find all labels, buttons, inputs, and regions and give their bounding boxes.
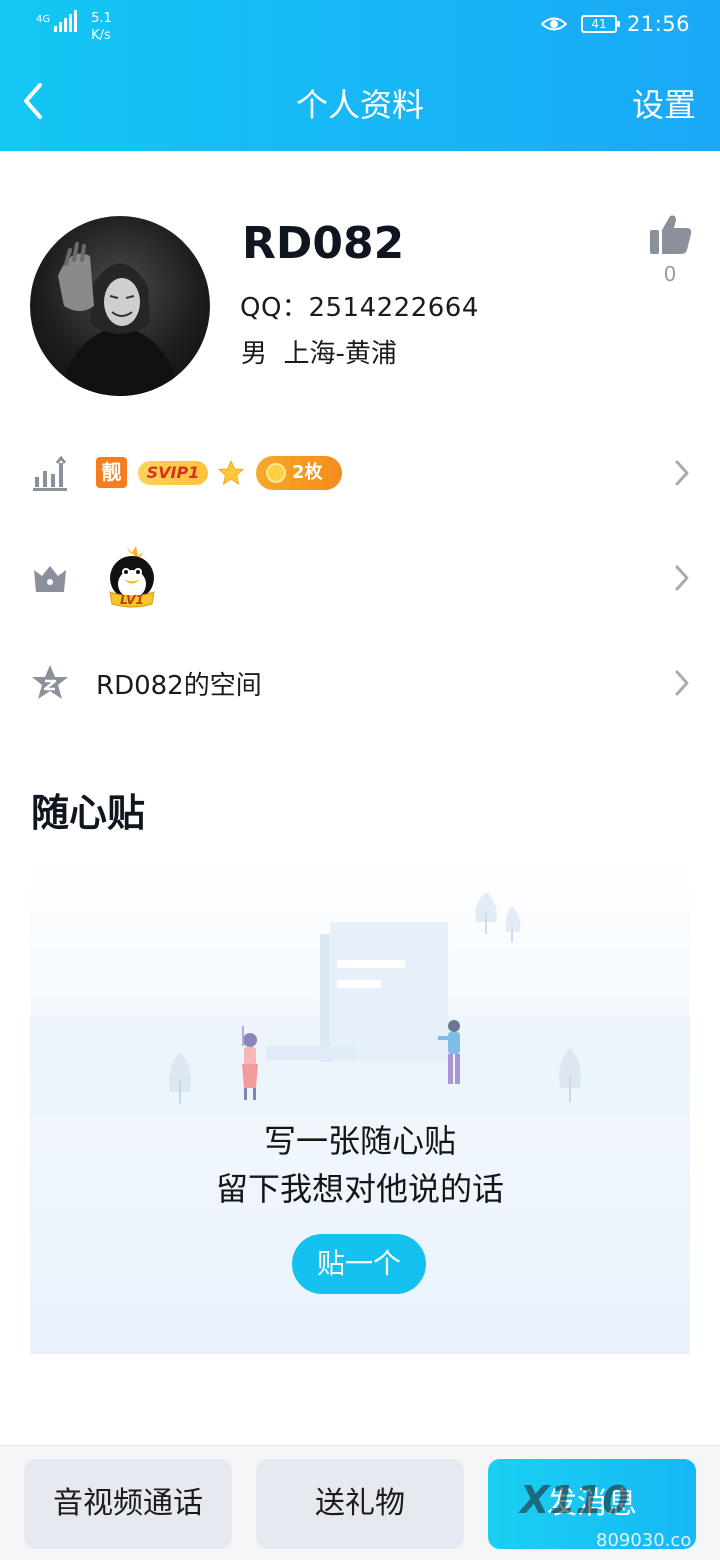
like-count: 0 — [663, 262, 677, 286]
gender-location-line: 男 上海-黄浦 — [241, 333, 397, 370]
qq-level-badge-icon: LV1 — [104, 544, 160, 608]
coin-badge: 2枚 — [256, 456, 342, 490]
level-chart-icon — [30, 453, 70, 493]
network-type: 4G — [36, 14, 51, 25]
header: 4G 5.1 K/s 41 21:56 个人资料 设置 — [0, 0, 720, 151]
watermark-logo: X110 — [520, 1478, 629, 1522]
sticky-note-card: 写一张随心贴 留下我想对他说的话 贴一个 — [30, 856, 690, 1354]
sticky-note-line2: 留下我想对他说的话 — [215, 1170, 504, 1208]
sticky-note-line1: 写一张随心贴 — [263, 1122, 456, 1160]
status-time: 21:56 — [626, 12, 690, 36]
location: 上海-黄浦 — [283, 339, 397, 369]
page-title: 个人资料 — [295, 86, 424, 124]
coin-icon — [266, 463, 286, 483]
status-bar-right: 41 21:56 — [540, 12, 690, 36]
crown-icon — [30, 558, 70, 598]
battery-icon: 41 — [580, 15, 620, 33]
signal-icon — [54, 10, 79, 32]
avatar-image — [58, 242, 180, 396]
post-note-button[interactable]: 贴一个 — [292, 1234, 426, 1294]
empty-state-illustration — [30, 892, 690, 1116]
svg-text:LV1: LV1 — [120, 593, 144, 607]
send-gift-button[interactable]: 送礼物 — [256, 1459, 464, 1549]
video-call-button[interactable]: 音视频通话 — [24, 1459, 232, 1549]
like-button[interactable] — [646, 210, 694, 258]
qq-label: QQ： — [240, 293, 309, 323]
qzone-label: RD082的空间 — [96, 671, 262, 701]
chevron-right-icon — [672, 458, 692, 488]
nickname: RD082 — [242, 218, 405, 269]
settings-button[interactable]: 设置 — [632, 80, 696, 126]
svip-badge: SVIP1 — [138, 461, 208, 485]
liang-badge: 靓 — [96, 457, 127, 488]
network-speed-unit: K/s — [91, 28, 111, 43]
network-speed-value: 5.1 — [91, 11, 112, 26]
eye-comfort-icon — [540, 16, 568, 32]
level-row[interactable]: LV1 — [0, 538, 720, 618]
star-icon — [217, 459, 245, 486]
qzone-star-icon — [30, 663, 70, 703]
watermark-url: 809030.co — [596, 1530, 692, 1551]
qzone-row[interactable]: RD082的空间 — [0, 643, 720, 723]
status-bar-left: 4G 5.1 K/s — [36, 10, 112, 44]
badges-row[interactable]: 靓 SVIP1 2枚 — [0, 433, 720, 513]
chevron-right-icon — [672, 668, 692, 698]
qq-number: 2514222664 — [308, 293, 479, 323]
coin-count: 2枚 — [292, 462, 323, 483]
chevron-right-icon — [672, 563, 692, 593]
avatar[interactable] — [30, 216, 210, 396]
qq-number-line: QQ：2514222664 — [240, 287, 479, 324]
gender: 男 — [241, 339, 268, 369]
thumbs-up-icon — [650, 215, 692, 254]
sticky-note-title: 随心贴 — [31, 791, 146, 835]
network-speed: 5.1 K/s — [91, 10, 112, 44]
